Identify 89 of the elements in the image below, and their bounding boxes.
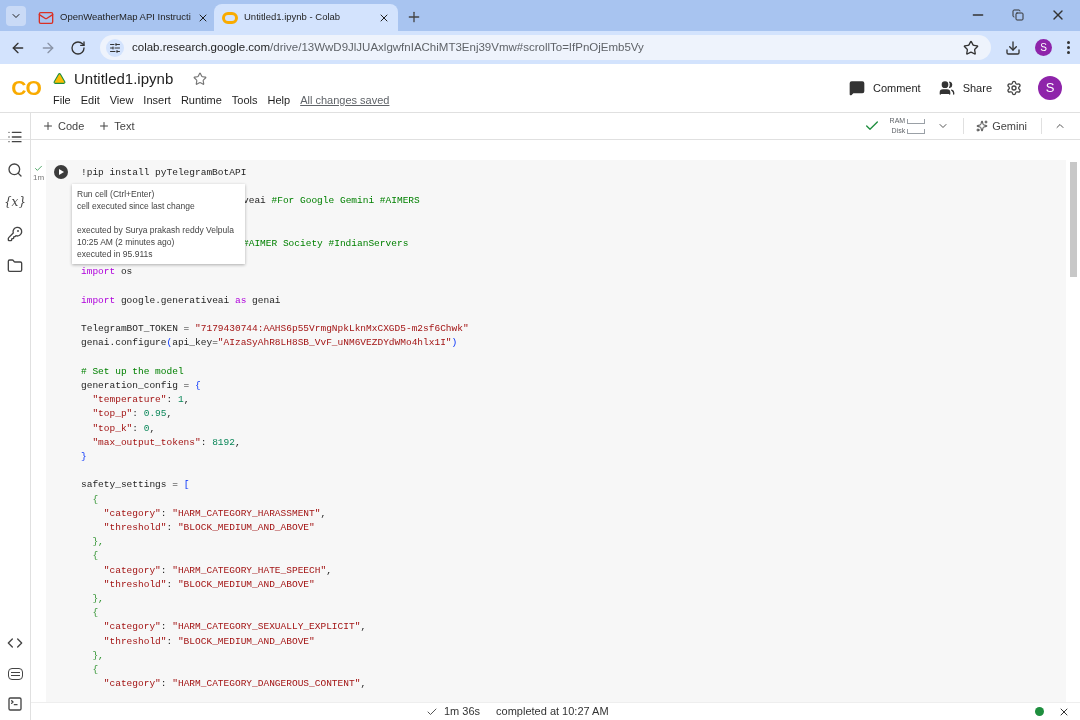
tab-list-button[interactable] xyxy=(6,6,26,26)
code-cell[interactable] xyxy=(46,160,1066,702)
plus-icon xyxy=(42,120,54,132)
code-line: import google.generativeai as genai xyxy=(81,293,282,308)
code-line: { xyxy=(91,549,100,564)
notebook-title[interactable]: Untitled1.ipynb xyxy=(74,67,174,90)
code-line: "category": "HARM_CATEGORY_SEXUALLY_EXPLICIT", xyxy=(102,620,368,635)
menu-item[interactable]: Help xyxy=(267,92,291,109)
tooltip-text: cell executed since last change xyxy=(77,200,196,212)
menu-item[interactable]: Edit xyxy=(80,92,100,109)
new-tab-icon[interactable] xyxy=(406,9,422,25)
tooltip-text: executed in 95.911s xyxy=(77,248,154,260)
menu-item[interactable]: Insert xyxy=(143,92,171,109)
menu-item[interactable]: View xyxy=(109,92,134,109)
sparkle-icon xyxy=(976,120,989,132)
execution-time: 1m xyxy=(32,173,45,182)
code-line: }, xyxy=(91,535,105,550)
restore-icon[interactable] xyxy=(1012,9,1024,21)
scrollbar-thumb[interactable] xyxy=(1069,162,1077,277)
bookmark-icon[interactable] xyxy=(963,39,979,56)
completion-status: completed at 10:27 AM xyxy=(496,704,609,720)
code-line: TelegramBOT_TOKEN = "7179430744:AAHS6p55VrmgNpkLknMxCXGD5-m2sf6Chwk" xyxy=(81,322,469,337)
command-palette-icon[interactable] xyxy=(7,668,23,680)
address-field[interactable]: colab.research.google.com/drive/13WwD9JlJUAxlgwfnIAChiMT3Enj39Vmw#scrollTo=IfPnOjEmb5Vy xyxy=(100,35,991,60)
variables-icon[interactable]: {x} xyxy=(7,194,23,210)
tooltip-text: executed by Surya prakash reddy Velpula xyxy=(77,224,235,236)
menu-item[interactable]: Runtime xyxy=(180,92,222,109)
code-line: }, xyxy=(91,648,105,663)
code-line: "temperature": 1, xyxy=(91,393,191,408)
comment-button[interactable]: Comment xyxy=(848,79,921,97)
code-line: # Set up the model xyxy=(81,364,185,379)
drive-icon xyxy=(53,72,66,86)
code-line: genai.configure(api_key="AIzaSyAhR8LH8SB_VvF_uNM6VEZDYdWMo4hlx1I") xyxy=(81,336,459,351)
colab-icon xyxy=(222,11,238,24)
code-line: import os xyxy=(81,265,134,280)
reload-icon[interactable] xyxy=(70,39,86,56)
code-line: "max_output_tokens": 8192, xyxy=(91,435,242,450)
tooltip-text: Run cell (Ctrl+Enter) xyxy=(77,188,156,200)
code-snippets-icon[interactable] xyxy=(7,635,23,651)
code-line: safety_settings = [ xyxy=(81,478,191,493)
browser-tab[interactable]: OpenWeatherMap API Instructi xyxy=(30,4,214,31)
add-cell-button[interactable]: Text xyxy=(98,117,135,135)
search-icon[interactable] xyxy=(7,162,23,178)
menu-item[interactable]: File xyxy=(53,92,71,109)
add-cell-button[interactable]: Code xyxy=(42,117,85,135)
profile-avatar[interactable]: S xyxy=(1035,39,1052,56)
code-line: generation_config = { xyxy=(81,378,202,393)
code-line: } xyxy=(81,449,88,464)
download-icon[interactable] xyxy=(1005,39,1021,56)
key-icon[interactable] xyxy=(7,226,23,242)
comment-icon xyxy=(848,80,865,96)
code-line: { xyxy=(91,663,100,677)
tab-title: Untitled1.ipynb - Colab xyxy=(244,10,341,25)
run-cell-button[interactable] xyxy=(54,165,68,179)
url-text: colab.research.google.com/drive/13WwD9JlJUAxlgwfnIAChiMT3Enj39Vmw#scrollTo=IfPnOjEmb5Vy xyxy=(132,39,644,55)
code-line: "top_k": 0, xyxy=(91,421,157,436)
run-duration: 1m 36s xyxy=(444,704,481,720)
browser-tab[interactable]: Untitled1.ipynb - Colab xyxy=(214,4,398,31)
save-status-link[interactable]: All changes saved xyxy=(300,92,390,109)
terminal-icon[interactable] xyxy=(7,696,23,712)
code-line: { xyxy=(91,492,100,507)
code-line: !pip install pyTelegramBotAPI xyxy=(81,166,248,180)
folder-icon[interactable] xyxy=(7,258,23,274)
table-of-contents-icon[interactable] xyxy=(7,129,23,145)
more-icon[interactable] xyxy=(1066,41,1070,54)
code-line: "category": "HARM_CATEGORY_HATE_SPEECH", xyxy=(102,563,333,578)
code-line: }, xyxy=(91,591,105,606)
code-line: "threshold": "BLOCK_MEDIUM_AND_ABOVE" xyxy=(102,520,316,535)
settings-icon[interactable] xyxy=(1006,80,1022,96)
executed-check-icon xyxy=(34,164,43,173)
code-line: "category": "HARM_CATEGORY_HARASSMENT", xyxy=(102,506,328,521)
gemini-button[interactable]: Gemini xyxy=(976,117,1027,135)
plus-icon xyxy=(98,120,111,132)
user-avatar[interactable]: S xyxy=(1038,76,1062,100)
usage-bar xyxy=(907,128,926,134)
menu-item[interactable]: Tools xyxy=(231,92,258,109)
share-button[interactable]: Share xyxy=(938,79,992,97)
tooltip-text: 10:25 AM (2 minutes ago) xyxy=(77,236,176,248)
tab-title: OpenWeatherMap API Instructi xyxy=(60,10,191,25)
code-line: "threshold": "BLOCK_MEDIUM_AND_ABOVE" xyxy=(102,577,316,592)
code-line: { xyxy=(91,606,100,621)
people-icon xyxy=(938,80,955,96)
mail-icon xyxy=(38,9,54,26)
code-line: "top_p": 0.95, xyxy=(91,407,174,422)
usage-bar xyxy=(907,118,926,124)
code-line: "category": "HARM_CATEGORY_DANGEROUS_CONTENT", xyxy=(102,677,368,692)
site-info-icon[interactable] xyxy=(106,38,124,57)
code-line: "threshold": "BLOCK_MEDIUM_AND_ABOVE" xyxy=(102,634,316,649)
star-icon[interactable] xyxy=(193,71,208,86)
